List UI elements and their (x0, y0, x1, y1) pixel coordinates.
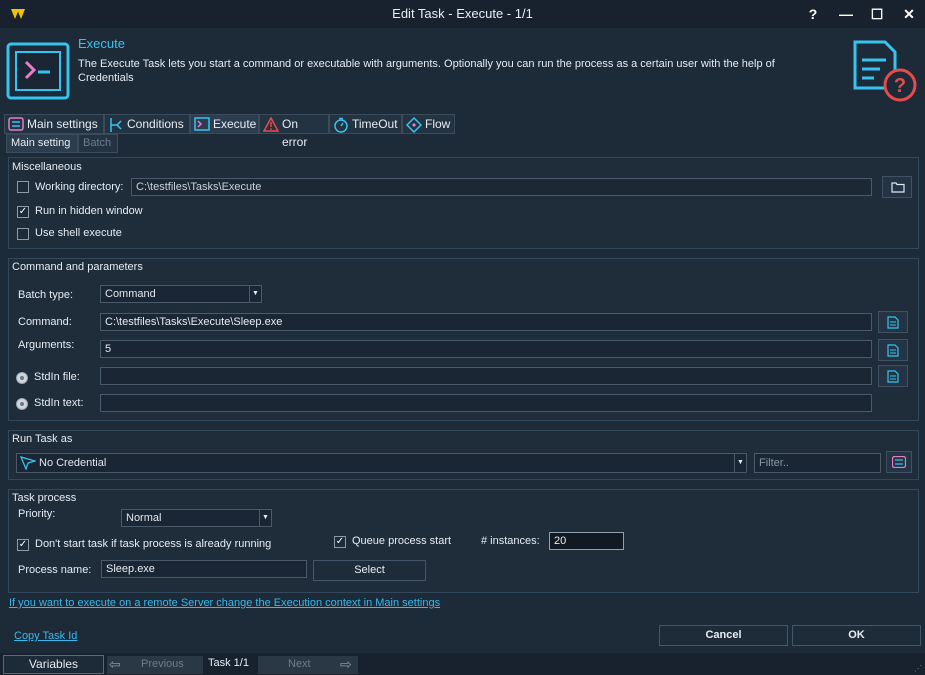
task-counter: Task 1/1 (208, 657, 249, 669)
task-description: The Execute Task lets you start a comman… (78, 58, 775, 84)
tab-label: Main settings (27, 117, 98, 131)
subtab-main-setting[interactable]: Main setting (6, 134, 78, 153)
copy-task-id-link[interactable]: Copy Task Id (14, 630, 77, 642)
title-bar: Edit Task - Execute - 1/1 ? — ☐ ✕ (0, 0, 925, 28)
tab-execute[interactable]: Execute (190, 114, 259, 134)
arguments-input[interactable]: 5 (100, 340, 872, 358)
arguments-edit-button[interactable] (878, 339, 908, 361)
sliders-icon (892, 456, 906, 468)
help-button[interactable]: ? (802, 4, 824, 24)
document-icon (887, 344, 899, 357)
resize-grip-icon[interactable]: ⋰ (914, 664, 922, 673)
batch-type-label: Batch type: (18, 289, 74, 301)
tab-label: Flow (425, 117, 451, 131)
tab-main-settings[interactable]: Main settings (4, 114, 104, 134)
stdin-file-radio[interactable] (16, 372, 28, 384)
tab-label: On error (282, 117, 308, 149)
task-title: Execute (78, 36, 125, 51)
miscellaneous-group (8, 157, 919, 249)
command-input[interactable]: C:\testfiles\Tasks\Execute\Sleep.exe (100, 313, 872, 331)
previous-label: Previous (141, 658, 184, 670)
next-label: Next (288, 658, 311, 670)
priority-label: Priority: (18, 508, 56, 520)
dont-start-checkbox[interactable]: ✓ (17, 539, 29, 551)
tab-label: TimeOut (352, 117, 398, 131)
execute-task-icon (6, 42, 70, 100)
maximize-button[interactable]: ☐ (866, 4, 888, 24)
dont-start-label: Don't start task if task process is alre… (35, 538, 272, 550)
window-title: Edit Task - Execute - 1/1 (392, 6, 533, 21)
group-title: Miscellaneous (12, 161, 82, 173)
run-hidden-checkbox[interactable]: ✓ (17, 206, 29, 218)
chevron-down-icon: ▼ (259, 510, 271, 526)
process-name-input[interactable]: Sleep.exe (101, 560, 307, 578)
tab-label: Execute (213, 117, 257, 131)
cancel-button[interactable]: Cancel (659, 625, 788, 646)
close-button[interactable]: ✕ (898, 4, 920, 24)
chevron-down-icon: ▼ (734, 454, 746, 472)
stdin-file-label: StdIn file: (34, 371, 80, 383)
group-title: Task process (12, 492, 77, 504)
document-help-icon[interactable]: ? (850, 38, 920, 104)
priority-value: Normal (126, 512, 162, 524)
command-edit-button[interactable] (878, 311, 908, 333)
queue-process-checkbox[interactable]: ✓ (334, 536, 346, 548)
document-icon (887, 370, 899, 383)
stdin-text-label: StdIn text: (34, 397, 84, 409)
working-directory-input[interactable]: C:\testfiles\Tasks\Execute (131, 178, 872, 196)
group-title: Command and parameters (12, 261, 143, 273)
arrow-left-icon: ⇦ (109, 656, 121, 672)
tab-conditions[interactable]: Conditions (104, 114, 190, 134)
instances-input[interactable]: 20 (549, 532, 624, 550)
document-icon (887, 316, 899, 329)
arguments-label: Arguments: (18, 339, 75, 351)
tab-on-error[interactable]: On error (259, 114, 329, 149)
priority-select[interactable]: Normal ▼ (121, 509, 272, 527)
credential-filter-input[interactable]: Filter.. (754, 453, 881, 473)
command-label: Command: (18, 316, 72, 328)
working-directory-label: Working directory: (35, 181, 124, 193)
tab-flow[interactable]: Flow (402, 114, 455, 134)
arrow-right-icon: ⇨ (340, 656, 352, 672)
flow-icon (406, 117, 422, 133)
working-directory-checkbox[interactable] (17, 181, 29, 193)
sliders-icon (8, 117, 24, 131)
credential-icon (20, 456, 36, 470)
credential-select[interactable]: No Credential ▼ (16, 453, 747, 473)
stopwatch-icon (334, 117, 348, 133)
batch-type-select[interactable]: Command ▼ (100, 285, 262, 303)
branch-icon (110, 118, 122, 132)
svg-text:?: ? (894, 75, 906, 97)
minimize-button[interactable]: — (835, 4, 857, 24)
batch-type-value: Command (105, 288, 156, 300)
credential-value: No Credential (39, 457, 107, 469)
run-hidden-label: Run in hidden window (35, 205, 143, 217)
shell-execute-label: Use shell execute (35, 227, 122, 239)
tab-label: Conditions (127, 117, 184, 131)
browse-folder-button[interactable] (882, 176, 912, 198)
ok-button[interactable]: OK (792, 625, 921, 646)
variables-button[interactable]: Variables (3, 655, 104, 674)
previous-button[interactable]: ⇦ Previous (107, 656, 203, 674)
shell-execute-checkbox[interactable] (17, 228, 29, 240)
remote-execution-link[interactable]: If you want to execute on a remote Serve… (9, 597, 440, 609)
next-button[interactable]: Next ⇨ (258, 656, 358, 674)
terminal-icon (194, 117, 210, 131)
group-title: Run Task as (12, 433, 73, 445)
stdin-text-radio[interactable] (16, 398, 28, 410)
stdin-text-input[interactable] (100, 394, 872, 412)
tab-timeout[interactable]: TimeOut (329, 114, 402, 134)
warning-icon (263, 117, 279, 132)
instances-label: # instances: (481, 535, 540, 547)
stdin-file-edit-button[interactable] (878, 365, 908, 387)
subtab-batch[interactable]: Batch (78, 134, 118, 153)
credential-settings-button[interactable] (886, 451, 912, 473)
queue-process-label: Queue process start (352, 535, 452, 547)
folder-icon (891, 182, 905, 193)
stdin-file-input[interactable] (100, 367, 872, 385)
process-name-label: Process name: (18, 564, 92, 576)
select-process-button[interactable]: Select (313, 560, 426, 581)
chevron-down-icon: ▼ (249, 286, 261, 302)
